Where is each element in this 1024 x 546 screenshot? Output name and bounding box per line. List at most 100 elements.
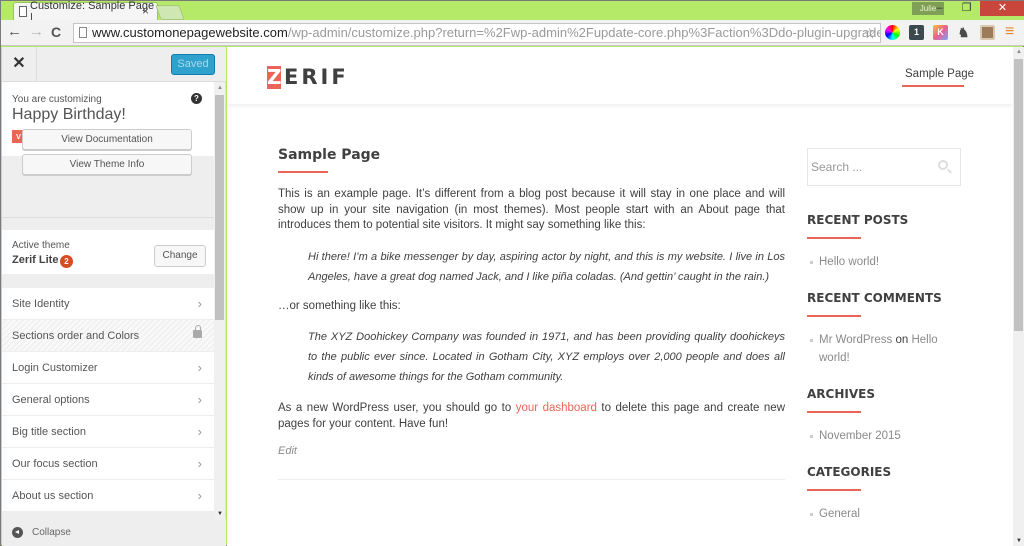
nav-sample-page[interactable]: Sample Page xyxy=(905,68,974,80)
saved-button[interactable]: Saved xyxy=(171,54,215,75)
back-icon[interactable]: ← xyxy=(7,23,22,40)
section-about-us[interactable]: About us section › xyxy=(2,480,214,512)
collapse-label: Collapse xyxy=(32,527,71,538)
onetab-icon[interactable]: 1 xyxy=(909,25,924,40)
section-label: Big title section xyxy=(12,426,86,438)
widget-categories: CATEGORIES General xyxy=(807,465,961,523)
section-general-options[interactable]: General options › xyxy=(2,384,214,416)
divider xyxy=(278,479,785,480)
title-underline xyxy=(278,171,328,173)
kippt-icon[interactable]: K xyxy=(933,25,948,40)
scroll-down-icon[interactable]: ▼ xyxy=(217,511,223,517)
search-icon[interactable] xyxy=(938,160,948,170)
edit-link[interactable]: Edit xyxy=(278,445,785,457)
widget-title-underline xyxy=(807,489,861,491)
chevron-right-icon: › xyxy=(197,360,202,375)
category-link[interactable]: General xyxy=(807,505,961,523)
section-our-focus[interactable]: Our focus section › xyxy=(2,448,214,480)
site-preview: Z ERIF Sample Page Sample Page This is a… xyxy=(227,47,1013,546)
widget-recent-comments: RECENT COMMENTS Mr WordPress on Hello wo… xyxy=(807,291,961,367)
section-sections-order-colors[interactable]: Sections order and Colors xyxy=(2,320,214,352)
page-icon xyxy=(79,27,87,38)
site-header: Z ERIF Sample Page xyxy=(227,47,1013,104)
widget-title-underline xyxy=(807,411,861,413)
browser-window: Customize: Sample Page | × Julie – ❐ ✕ ←… xyxy=(0,0,1024,546)
bookmark-star-icon[interactable]: ☆ xyxy=(863,24,876,42)
blockquote: The XYZ Doohickey Company was founded in… xyxy=(308,331,785,383)
chevron-right-icon: › xyxy=(197,296,202,311)
evernote-icon[interactable]: ♞ xyxy=(956,25,971,40)
scrollbar-thumb[interactable] xyxy=(215,95,224,320)
instagram-icon[interactable] xyxy=(980,25,995,40)
recent-comment: Mr WordPress on Hello world! xyxy=(807,331,961,367)
section-label: Site Identity xyxy=(12,298,70,310)
widget-title: RECENT POSTS xyxy=(807,213,909,227)
scroll-up-icon[interactable]: ▲ xyxy=(217,85,223,91)
paragraph-text: As a new WordPress user, you should go t… xyxy=(278,402,516,414)
lock-icon xyxy=(193,325,202,338)
close-icon[interactable]: ✕ xyxy=(2,47,37,82)
section-big-title[interactable]: Big title section › xyxy=(2,416,214,448)
menu-icon[interactable]: ≡ xyxy=(1005,23,1014,41)
comment-on-text: on xyxy=(895,334,909,346)
color-wheel-icon[interactable] xyxy=(885,25,900,40)
site-title: Happy Birthday! xyxy=(12,106,126,123)
close-window-button[interactable]: ✕ xyxy=(980,1,1024,16)
preview-scrollbar[interactable]: ▲ ▼ xyxy=(1013,47,1024,546)
forward-icon[interactable]: → xyxy=(29,23,44,40)
chevron-right-icon: › xyxy=(197,392,202,407)
restore-button[interactable]: ❐ xyxy=(953,1,980,16)
widget-title-underline xyxy=(807,315,861,317)
address-bar[interactable]: www.customonepagewebsite.com/wp-admin/cu… xyxy=(73,23,881,43)
new-tab-button[interactable] xyxy=(155,5,185,20)
section-label: Login Customizer xyxy=(12,362,98,374)
active-theme: Active theme Zerif Lite 2 Change xyxy=(2,230,214,274)
scroll-up-icon[interactable]: ▲ xyxy=(1016,49,1022,55)
reload-icon[interactable]: C xyxy=(51,24,61,40)
collapse-icon xyxy=(12,527,23,538)
chevron-right-icon: › xyxy=(197,488,202,503)
comment-author-link[interactable]: Mr WordPress xyxy=(819,334,892,346)
section-label: About us section xyxy=(12,490,94,502)
view-documentation-button[interactable]: View Documentation xyxy=(22,129,192,150)
recent-post-link[interactable]: Hello world! xyxy=(807,253,961,271)
customizing-label: You are customizing xyxy=(12,94,102,105)
browser-toolbar: ← → C www.customonepagewebsite.com/wp-ad… xyxy=(1,20,1024,46)
section-label: Sections order and Colors xyxy=(12,330,140,342)
section-label: General options xyxy=(12,394,90,406)
active-theme-label: Active theme xyxy=(12,240,70,251)
scrollbar-thumb[interactable] xyxy=(1014,59,1023,331)
customizer-scrollbar[interactable]: ▲ ▼ xyxy=(214,83,225,519)
article-paragraph: …or something like this: xyxy=(278,299,401,312)
article-title: Sample Page xyxy=(278,147,381,163)
nav-active-underline xyxy=(902,85,964,87)
help-icon[interactable]: ? xyxy=(191,93,202,104)
section-site-identity[interactable]: Site Identity › xyxy=(2,288,214,320)
search-input[interactable]: Search ... xyxy=(807,148,961,186)
change-theme-button[interactable]: Change xyxy=(154,245,206,267)
customizer-sidebar: ✕ Saved You are customizing Happy Birthd… xyxy=(2,47,226,546)
widget-title: ARCHIVES xyxy=(807,387,875,401)
minimize-button[interactable]: – xyxy=(926,1,953,16)
section-list: Site Identity › Sections order and Color… xyxy=(2,288,214,512)
tab-close-icon[interactable]: × xyxy=(142,4,149,18)
theme-name: Zerif Lite xyxy=(12,254,59,266)
widget-title: RECENT COMMENTS xyxy=(807,291,942,305)
article-paragraph: This is an example page. It’s different … xyxy=(278,188,785,231)
dashboard-link[interactable]: your dashboard xyxy=(516,402,597,414)
blockquote: Hi there! I’m a bike messenger by day, a… xyxy=(308,250,785,283)
section-label: Our focus section xyxy=(12,458,98,470)
section-login-customizer[interactable]: Login Customizer › xyxy=(2,352,214,384)
collapse-button[interactable]: Collapse xyxy=(2,519,226,546)
widget-title-underline xyxy=(807,237,861,239)
site-logo[interactable]: Z ERIF xyxy=(267,65,349,89)
browser-tab[interactable]: Customize: Sample Page | × xyxy=(13,0,158,24)
widget-archives: ARCHIVES November 2015 xyxy=(807,387,961,445)
chevron-right-icon: › xyxy=(197,424,202,439)
archive-link[interactable]: November 2015 xyxy=(807,427,961,445)
scroll-down-icon[interactable]: ▼ xyxy=(1016,538,1022,544)
view-theme-info-button[interactable]: View Theme Info xyxy=(22,154,192,175)
url-path: /wp-admin/customize.php?return=%2Fwp-adm… xyxy=(287,25,881,40)
search-placeholder: Search ... xyxy=(811,160,863,174)
article: Sample Page This is an example page. It’… xyxy=(278,147,785,480)
